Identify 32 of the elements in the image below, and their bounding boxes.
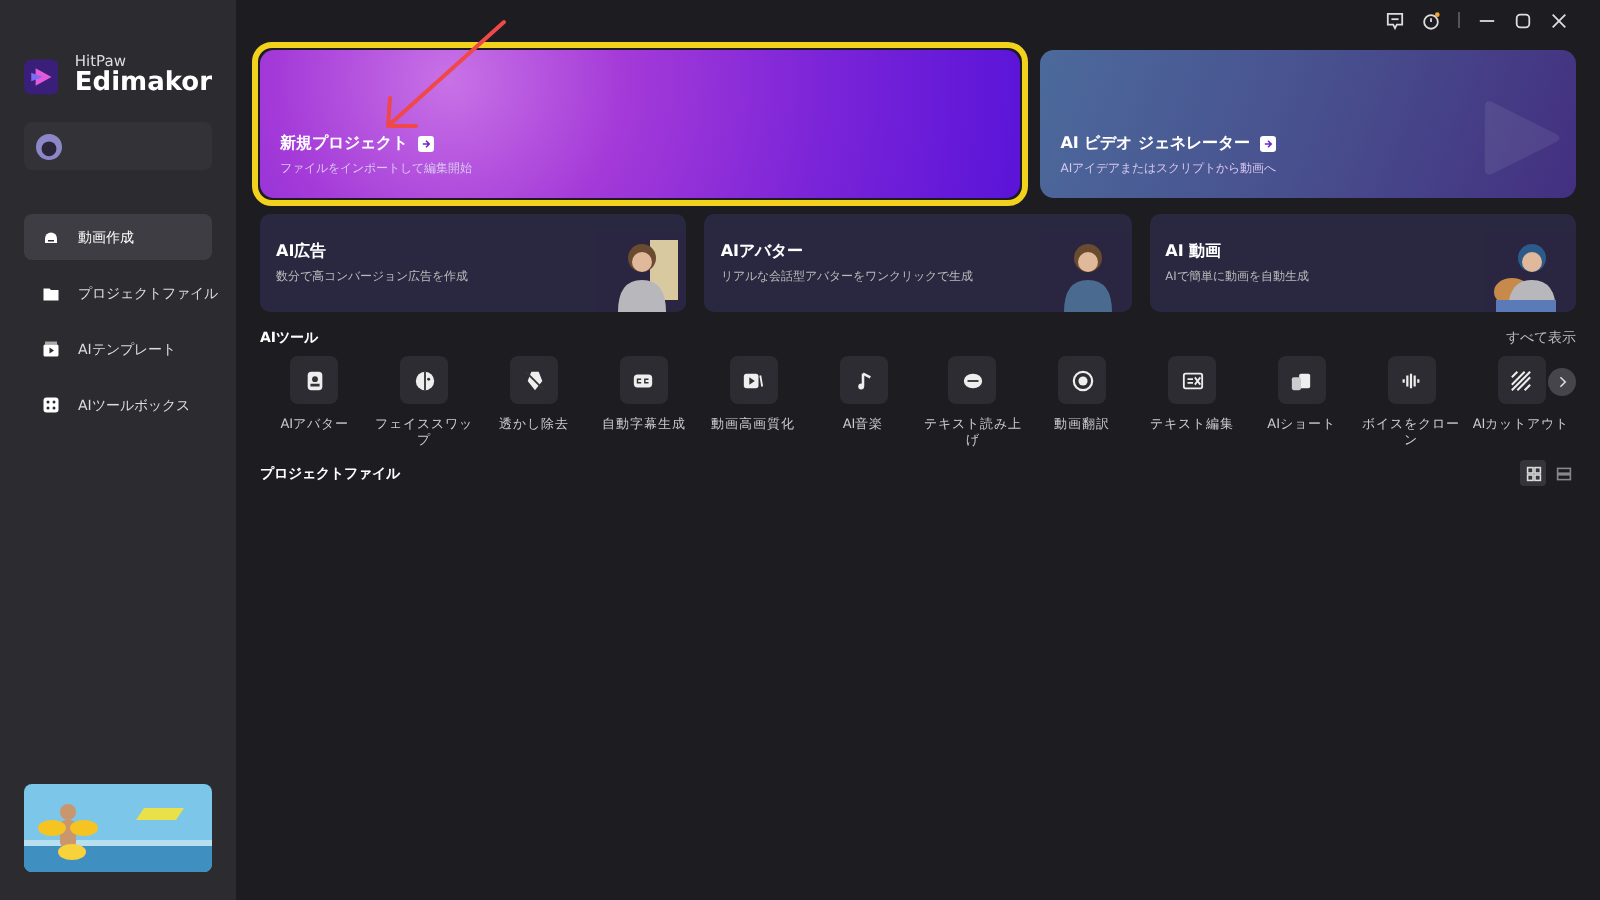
card-title: AI 動画	[1165, 240, 1224, 262]
cards-icon	[1290, 369, 1313, 391]
close-icon[interactable]	[1550, 11, 1568, 29]
chevron-right-icon	[1554, 374, 1570, 390]
card-title: AI広告	[276, 240, 329, 262]
music-note-icon	[852, 369, 875, 391]
next-button[interactable]	[1548, 368, 1576, 396]
card-title: AIアバター	[720, 240, 805, 262]
clock-icon[interactable]	[1422, 11, 1440, 29]
card-title: 新規プロジェクト	[280, 132, 408, 154]
arrow-right-icon	[418, 135, 434, 151]
list-icon	[1555, 465, 1571, 482]
chat-bubble-icon	[961, 369, 984, 391]
account-button[interactable]	[24, 122, 212, 170]
template-icon	[42, 340, 60, 358]
grid-icon	[1525, 465, 1541, 482]
stripes-icon	[1510, 369, 1533, 391]
text-box-icon	[1181, 369, 1204, 391]
cc-icon	[632, 369, 655, 391]
folder-icon	[42, 284, 60, 302]
feedback-icon[interactable]	[1386, 11, 1404, 29]
product-name: Edimakor	[74, 70, 212, 100]
avatar-icon	[36, 133, 62, 159]
waveform-icon	[1400, 369, 1423, 391]
person-icon	[303, 369, 326, 391]
dice-icon	[42, 396, 60, 414]
eraser-icon	[523, 369, 546, 391]
grid-view-button[interactable]	[1520, 460, 1546, 487]
card-title: AI ビデオ ジェネレーター	[1060, 132, 1250, 154]
target-icon	[1071, 369, 1094, 391]
maximize-icon[interactable]	[1514, 11, 1532, 29]
arrow-right-icon	[1259, 135, 1276, 151]
